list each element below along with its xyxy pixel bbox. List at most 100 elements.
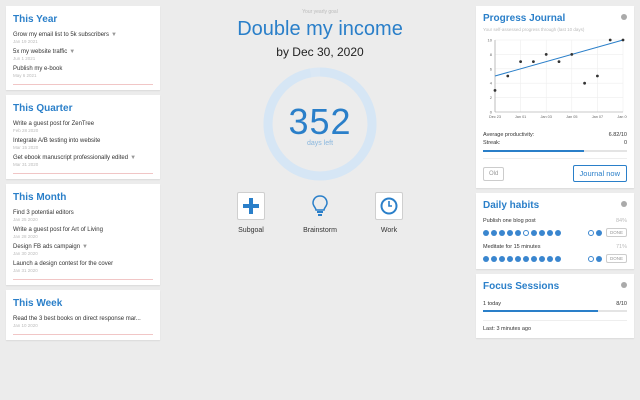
goal-date: Jan 25 2020 — [13, 217, 38, 222]
chevron-down-icon[interactable]: ▼ — [82, 244, 88, 250]
streak-bar — [483, 150, 627, 152]
goal-date: Feb 28 2020 — [13, 128, 39, 133]
habit-day-dot[interactable] — [491, 229, 497, 236]
goal-item[interactable]: Write a guest post for Art of Living Jan … — [13, 226, 153, 239]
habit-done-button[interactable]: DONE — [605, 228, 627, 237]
goal-date: Mar 15 2020 — [13, 145, 39, 150]
x-tick-label: Dec 23 — [489, 115, 501, 119]
data-point — [621, 38, 625, 42]
focus-bar — [483, 310, 627, 312]
stat-value: 0 — [623, 140, 627, 146]
chevron-down-icon[interactable]: ▼ — [130, 155, 136, 161]
y-tick-label: 0 — [490, 110, 493, 115]
habit-day-dot[interactable] — [523, 255, 529, 262]
goal-date: Jun 1 2021 — [13, 56, 36, 61]
journal-now-button[interactable]: Journal now — [572, 165, 627, 182]
goal-text: Get ebook manuscript professionally edit… — [13, 155, 129, 161]
section-this-week: This Week Read the 3 best books on direc… — [6, 290, 160, 340]
goal-text: Find 3 potential editors — [13, 210, 74, 216]
old-button[interactable]: Old — [483, 166, 505, 181]
stat-label: Average productivity: — [483, 132, 535, 138]
goal-item[interactable]: Grow my email list to 5k subscribers ▼ Jan… — [13, 31, 153, 44]
days-left-label: days left — [306, 140, 334, 147]
habit-day-dot[interactable] — [483, 229, 489, 236]
divider — [13, 173, 153, 174]
x-tick-label: Jan 09 — [617, 115, 627, 119]
goal-text: Design FB ads campaign — [13, 244, 81, 250]
y-tick-label: 2 — [490, 95, 493, 100]
habit-day-dot[interactable] — [499, 255, 505, 262]
habit-day-dot[interactable] — [555, 229, 561, 236]
focus-sessions-card: Focus Sessions 1 today 8/10 Last: 3 minut… — [476, 274, 634, 338]
goal-item[interactable]: Read the 3 best books on direct response… — [13, 315, 153, 328]
work-button[interactable]: Work — [359, 192, 419, 234]
habit-day-dot[interactable] — [539, 229, 545, 236]
divider — [13, 84, 153, 85]
gear-icon[interactable] — [621, 201, 627, 207]
goal-text: Publish my e-book — [13, 66, 63, 72]
goal-title[interactable]: Double my income — [170, 18, 470, 41]
x-tick-label: Jan 03 — [540, 115, 551, 119]
goal-text: Integrate A/B testing into website — [13, 138, 101, 144]
section-title: This Quarter — [13, 103, 73, 114]
goal-item[interactable]: Find 3 potential editors Jan 25 2020 — [13, 209, 153, 222]
goal-item[interactable]: Launch a design contest for the cover Jan… — [13, 260, 153, 273]
habit-day-dot[interactable] — [499, 229, 505, 236]
card-title: Progress Journal — [483, 13, 566, 24]
brainstorm-button[interactable]: Brainstorm — [290, 192, 350, 234]
habit-day-dot[interactable] — [587, 255, 594, 262]
habit-day-dot[interactable] — [507, 229, 513, 236]
habit-day-dot[interactable] — [587, 229, 594, 236]
chevron-down-icon[interactable]: ▼ — [69, 49, 75, 55]
goal-item[interactable]: Write a guest post for ZenTree Feb 28 202… — [13, 120, 153, 133]
habit-day-dot[interactable] — [491, 255, 497, 262]
habit-tracker: DONE — [483, 228, 627, 237]
goal-date: Jan 31 2020 — [13, 268, 38, 273]
habit-day-dot[interactable] — [523, 229, 529, 236]
stat-label: Streak: — [483, 140, 501, 146]
goal-item[interactable]: Design FB ads campaign ▼ Jan 30 2020 — [13, 243, 153, 256]
days-count: 352 — [288, 101, 352, 142]
habit-day-dot[interactable] — [547, 229, 553, 236]
chevron-down-icon[interactable]: ▼ — [111, 32, 117, 38]
goal-text: Grow my email list to 5k subscribers — [13, 32, 110, 38]
habit-day-dot[interactable] — [507, 255, 513, 262]
main-goal-panel: Your yearly goal Double my income by Dec… — [170, 0, 470, 400]
habit-done-button[interactable]: DONE — [605, 254, 627, 263]
goal-text: Launch a design contest for the cover — [13, 261, 114, 267]
gear-icon[interactable] — [621, 282, 627, 288]
focus-bar-fill — [483, 310, 599, 312]
habit-day-dot[interactable] — [595, 229, 602, 236]
habit-percent: 71% — [615, 244, 627, 250]
chart-subtitle: Your self-assessed progress through (las… — [483, 27, 585, 32]
section-this-month: This Month Find 3 potential editors Jan 2… — [6, 184, 160, 285]
goal-date: May 6 2021 — [13, 73, 37, 78]
habit-tracker: DONE — [483, 254, 627, 263]
data-point — [570, 53, 574, 56]
goal-item[interactable]: Publish my e-book May 6 2021 — [13, 65, 153, 78]
habit-day-dot[interactable] — [539, 255, 545, 262]
habit-day-dot[interactable] — [555, 255, 561, 262]
habit-day-dot[interactable] — [547, 255, 553, 262]
habit-day-dot[interactable] — [531, 255, 537, 262]
streak-row: Streak: 0 — [483, 139, 627, 147]
divider — [13, 334, 153, 335]
subgoal-button[interactable]: Subgoal — [221, 192, 281, 234]
section-title: This Month — [13, 192, 67, 203]
gear-icon[interactable] — [621, 14, 627, 20]
divider — [13, 279, 153, 280]
x-tick-label: Jan 07 — [592, 115, 603, 119]
habit-day-dot[interactable] — [531, 229, 537, 236]
goal-item[interactable]: Integrate A/B testing into website Mar 15… — [13, 137, 153, 150]
habit-day-dot[interactable] — [515, 255, 521, 262]
last-session: Last: 3 minutes ago — [483, 320, 627, 332]
habit-day-dot[interactable] — [595, 255, 602, 262]
goal-item[interactable]: 5x my website traffic ▼ Jun 1 2021 — [13, 48, 153, 61]
goal-item[interactable]: Get ebook manuscript professionally edit… — [13, 154, 153, 167]
stat-value: 6.82/10 — [608, 132, 627, 138]
habit-day-dot[interactable] — [515, 229, 521, 236]
data-point — [608, 38, 612, 42]
card-title: Daily habits — [483, 200, 540, 211]
habit-day-dot[interactable] — [483, 255, 489, 262]
data-point — [544, 53, 548, 56]
